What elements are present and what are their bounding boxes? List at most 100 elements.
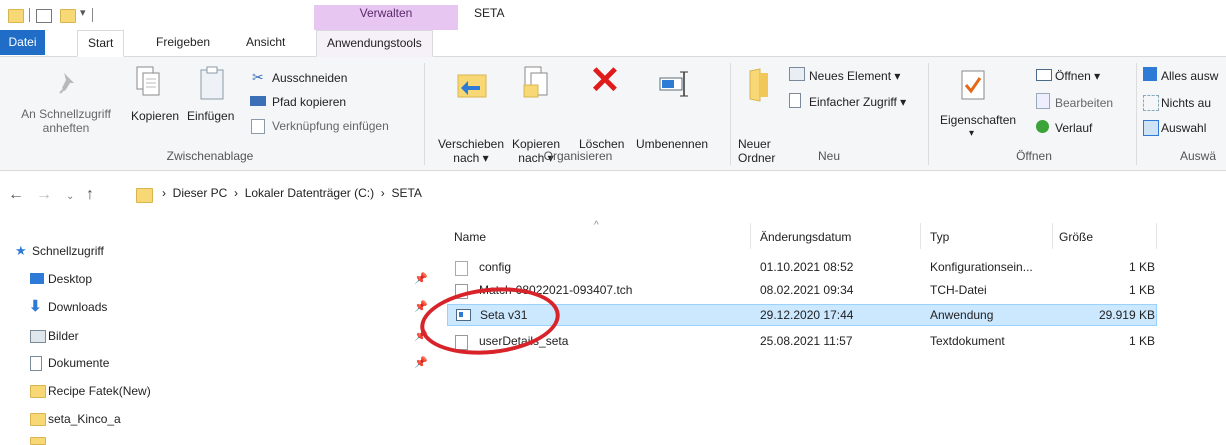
tab-ansicht[interactable]: Ansicht — [236, 30, 295, 55]
forward-icon[interactable]: → — [36, 186, 52, 204]
properties-dropdown[interactable]: ▾ — [969, 127, 974, 141]
pin-icon[interactable]: 📌 — [414, 300, 428, 313]
column-separator[interactable] — [1156, 223, 1157, 249]
file-name: config — [479, 260, 512, 274]
nav-item-downloads[interactable]: ⬇ Downloads — [29, 297, 108, 317]
paste-shortcut-button[interactable]: Verknüpfung einfügen — [272, 119, 389, 133]
copy-button[interactable]: Kopieren — [131, 109, 179, 123]
documents-icon — [30, 356, 42, 371]
copy-path-button[interactable]: Pfad kopieren — [272, 95, 346, 109]
select-none-button[interactable]: Nichts au — [1161, 96, 1211, 110]
nav-label: Recipe Fatek(New) — [48, 384, 151, 398]
file-date: 01.10.2021 08:52 — [760, 260, 854, 274]
folder-icon — [136, 188, 153, 203]
paste-button[interactable]: Einfügen — [187, 109, 234, 123]
properties-button[interactable]: Eigenschaften — [940, 113, 1016, 127]
select-all-button[interactable]: Alles ausw — [1161, 69, 1218, 83]
file-date: 08.02.2021 09:34 — [760, 283, 854, 297]
desktop-icon — [30, 273, 44, 284]
open-icon — [1036, 69, 1052, 81]
recent-dropdown-icon[interactable]: ⌄ — [66, 191, 74, 202]
nav-label: Desktop — [48, 272, 93, 286]
qa-dropdown-icon[interactable]: ▾ — [80, 6, 86, 19]
pin-icon[interactable]: 📌 — [414, 356, 428, 369]
download-icon: ⬇ — [29, 298, 42, 315]
scissors-icon: ✂ — [252, 69, 264, 85]
column-headers: ^ Name Änderungsdatum Typ Größe — [436, 220, 1157, 250]
properties-icon — [960, 69, 986, 101]
copy-to-icon — [522, 65, 550, 101]
nav-label: Dokumente — [48, 356, 110, 370]
edit-button[interactable]: Bearbeiten — [1055, 96, 1113, 110]
paste-icon — [198, 65, 226, 101]
nav-item-recipe[interactable]: Recipe Fatek(New) — [30, 381, 151, 401]
new-item-icon — [789, 67, 805, 81]
column-name[interactable]: Name — [454, 230, 486, 244]
column-type[interactable]: Typ — [930, 230, 949, 244]
move-to-icon — [456, 69, 488, 101]
easy-access-icon — [789, 93, 801, 108]
breadcrumb-separator: › — [162, 186, 166, 200]
nav-label: Downloads — [48, 300, 108, 314]
checkbox-icon[interactable] — [36, 9, 52, 23]
folder-icon — [30, 413, 46, 426]
breadcrumb-folder[interactable]: SETA — [391, 186, 421, 200]
group-separator — [424, 63, 425, 165]
copy-path-icon — [250, 96, 266, 106]
group-separator — [730, 63, 731, 165]
folder-icon[interactable] — [60, 9, 76, 23]
paste-shortcut-icon — [251, 119, 265, 134]
nav-item-pictures[interactable]: Bilder — [30, 326, 79, 346]
table-row[interactable]: Match-08022021-093407.tch 08.02.2021 09:… — [447, 280, 1157, 302]
group-label-organize: Organisieren — [543, 149, 613, 163]
tab-anwendungstools[interactable]: Anwendungstools — [316, 30, 433, 57]
select-all-icon — [1143, 67, 1157, 81]
up-icon[interactable]: ↑ — [86, 186, 94, 204]
table-row[interactable]: userDetails_seta 25.08.2021 11:57 Textdo… — [447, 331, 1157, 353]
folder-icon — [8, 9, 24, 23]
nav-item-documents[interactable]: Dokumente — [30, 353, 110, 373]
nav-item-desktop[interactable]: Desktop — [30, 269, 93, 289]
breadcrumb-separator: › — [234, 186, 239, 200]
file-size: 1 KB — [1128, 260, 1155, 274]
nav-label: seta_Kinco_a — [48, 412, 121, 426]
group-label-select: Auswä — [1180, 149, 1217, 163]
new-item-button[interactable]: Neues Element ▾ — [809, 69, 900, 83]
invert-selection-button[interactable]: Auswahl — [1161, 121, 1206, 135]
file-size: 1 KB — [1128, 334, 1155, 348]
config-file-icon — [455, 261, 468, 276]
nav-label: Bilder — [48, 329, 79, 343]
window-title: SETA — [474, 6, 505, 20]
tab-freigeben[interactable]: Freigeben — [146, 30, 220, 55]
column-separator[interactable] — [1052, 223, 1053, 249]
column-separator[interactable] — [750, 223, 751, 249]
separator — [29, 8, 30, 22]
separator — [92, 8, 93, 22]
history-button[interactable]: Verlauf — [1055, 121, 1092, 135]
group-separator — [1136, 63, 1137, 165]
pictures-icon — [30, 330, 46, 343]
file-type: Konfigurationsein... — [930, 260, 1033, 274]
pin-to-quick-access-button[interactable]: An Schnellzugriff anheften — [4, 107, 128, 135]
table-row[interactable]: config 01.10.2021 08:52 Konfigurationsei… — [447, 257, 1157, 279]
new-folder-icon — [748, 67, 770, 103]
group-label-clipboard: Zwischenablage — [166, 149, 254, 163]
tab-start[interactable]: Start — [77, 30, 125, 57]
column-date[interactable]: Änderungsdatum — [760, 230, 851, 244]
pin-icon[interactable]: 📌 — [414, 272, 428, 285]
breadcrumb-drive[interactable]: Lokaler Datenträger (C:) — [245, 186, 374, 200]
cut-button[interactable]: Ausschneiden — [272, 71, 347, 85]
easy-access-button[interactable]: Einfacher Zugriff ▾ — [809, 95, 906, 109]
tab-datei[interactable]: Datei — [0, 30, 45, 55]
nav-quick-access[interactable]: ★ Schnellzugriff — [15, 241, 104, 261]
pin-label-line2: anheften — [42, 121, 90, 135]
breadcrumb-this-pc[interactable]: Dieser PC — [173, 186, 228, 200]
nav-item-seta-kinco[interactable]: seta_Kinco_a — [30, 409, 121, 429]
pin-icon — [56, 69, 80, 97]
breadcrumb[interactable]: › Dieser PC › Lokaler Datenträger (C:) ›… — [162, 186, 422, 200]
back-icon[interactable]: ← — [8, 186, 24, 204]
column-size[interactable]: Größe — [1059, 230, 1093, 244]
group-separator — [928, 63, 929, 165]
column-separator[interactable] — [920, 223, 921, 249]
open-button[interactable]: Öffnen ▾ — [1055, 69, 1100, 83]
